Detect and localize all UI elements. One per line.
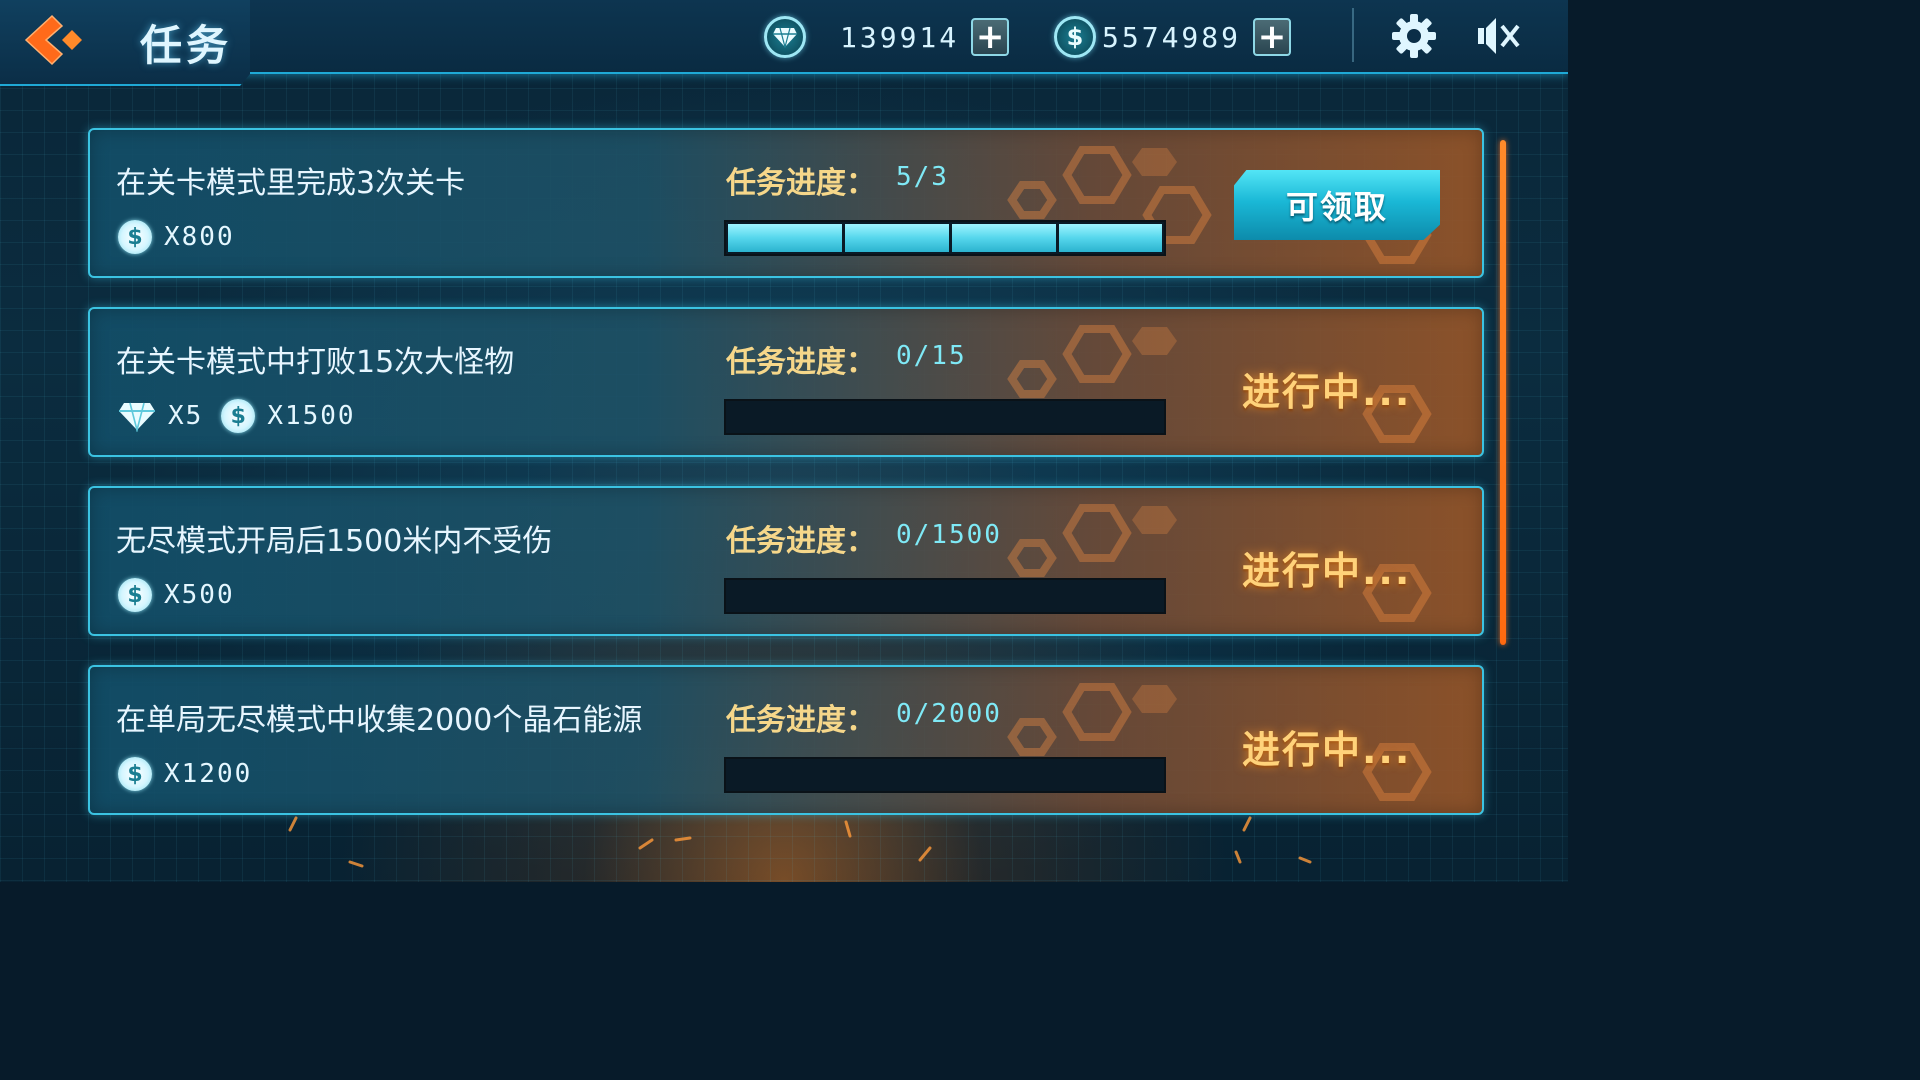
progress-label: 任务进度：: [726, 703, 876, 738]
diamond-icon: [764, 16, 806, 58]
settings-button[interactable]: [1390, 12, 1438, 60]
task-card: 在关卡模式中打败15次大怪物 X5 $ X1500 任务进度： 0/15 进行中…: [88, 307, 1484, 457]
list-scrollbar[interactable]: [1500, 140, 1506, 645]
progress-value: 0/15: [896, 341, 967, 371]
in-progress-status: 进行中...: [1242, 549, 1412, 593]
diamond-counter: 139914 +: [764, 14, 1010, 60]
task-card: 在单局无尽模式中收集2000个晶石能源 $ X1200 任务进度： 0/2000…: [88, 665, 1484, 815]
reward-coins: $ X500: [118, 578, 235, 612]
task-screen: 任务 139914 + $ 5574989 + 在关卡模式里完成3次关卡 $ X…: [0, 0, 1568, 882]
plus-icon: +: [975, 17, 1005, 57]
coin-icon: $: [221, 399, 256, 433]
progress-bar: [724, 578, 1166, 614]
progress-bar: [724, 220, 1166, 256]
progress-segment-divider: [842, 222, 845, 254]
reward-amount: X500: [164, 580, 235, 610]
page-title: 任务: [140, 21, 233, 70]
coin-icon: $: [118, 578, 152, 612]
coin-icon: $: [118, 220, 152, 254]
task-title: 在关卡模式中打败15次大怪物: [116, 345, 515, 380]
progress-fill: [728, 224, 1162, 252]
coin-icon: $: [1054, 16, 1096, 58]
back-arrow-icon: [24, 14, 82, 66]
task-rewards: X5 $ X1500: [118, 399, 374, 433]
reward-amount: X5: [168, 401, 204, 431]
reward-coins: $ X1500: [221, 399, 355, 433]
reward-amount: X1200: [164, 759, 253, 789]
progress-bar: [724, 399, 1166, 435]
reward-coins: $ X800: [118, 220, 235, 254]
claim-reward-button[interactable]: 可领取: [1234, 170, 1440, 240]
progress-label: 任务进度：: [726, 166, 876, 201]
gear-icon: [1392, 14, 1436, 58]
progress-segment-divider: [1056, 222, 1059, 254]
progress-value: 0/1500: [896, 520, 1002, 550]
progress-label: 任务进度：: [726, 524, 876, 559]
add-coins-button[interactable]: +: [1253, 17, 1292, 57]
coin-counter: $ 5574989 +: [1054, 14, 1292, 60]
task-rewards: $ X500: [118, 578, 253, 612]
task-title: 在单局无尽模式中收集2000个晶石能源: [116, 703, 643, 738]
back-button[interactable]: [22, 12, 88, 68]
reward-coins: $ X1200: [118, 757, 252, 791]
diamond-count: 139914: [840, 20, 960, 54]
coin-icon: $: [118, 757, 152, 791]
task-rewards: $ X1200: [118, 757, 270, 791]
task-title: 在关卡模式里完成3次关卡: [116, 166, 466, 201]
plus-icon: +: [1257, 17, 1287, 57]
add-diamonds-button[interactable]: +: [971, 17, 1010, 57]
reward-diamonds: X5: [118, 400, 203, 432]
progress-bar: [724, 757, 1166, 793]
reward-amount: X800: [164, 222, 235, 252]
task-card: 在关卡模式里完成3次关卡 $ X800 任务进度： 5/3 可领取: [88, 128, 1484, 278]
reward-amount: X1500: [267, 401, 356, 431]
task-card: 无尽模式开局后1500米内不受伤 $ X500 任务进度： 0/1500 进行中…: [88, 486, 1484, 636]
progress-segment-divider: [949, 222, 952, 254]
task-rewards: $ X800: [118, 220, 253, 254]
header-divider: [1352, 8, 1354, 62]
in-progress-status: 进行中...: [1242, 370, 1412, 414]
progress-value: 0/2000: [896, 699, 1002, 729]
sound-toggle-button[interactable]: [1474, 14, 1524, 58]
in-progress-status: 进行中...: [1242, 728, 1412, 772]
task-title: 无尽模式开局后1500米内不受伤: [116, 524, 553, 559]
progress-label: 任务进度：: [726, 345, 876, 380]
coin-count: 5574989: [1102, 20, 1242, 54]
gem-icon: [119, 402, 155, 432]
progress-value: 5/3: [896, 162, 949, 192]
mute-icon: [1478, 18, 1520, 54]
